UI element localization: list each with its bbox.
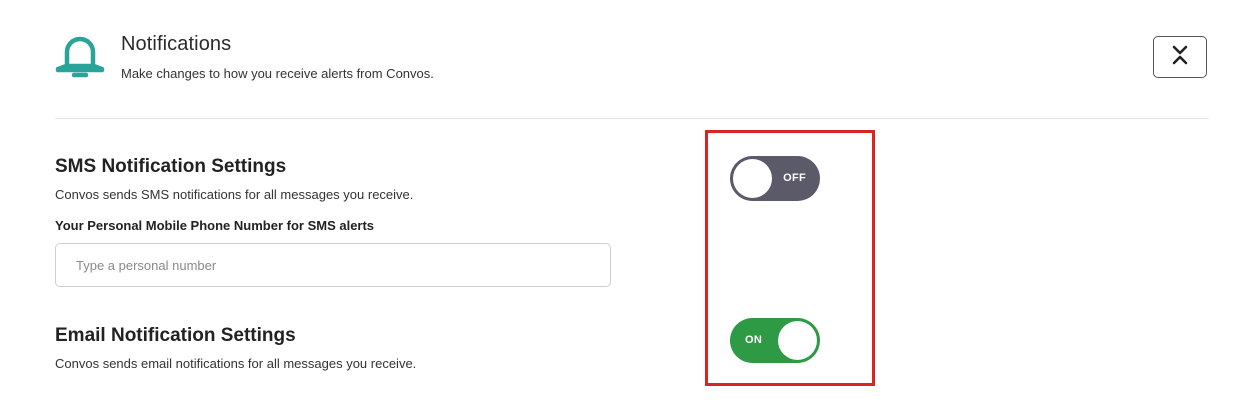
phone-number-input[interactable] (55, 243, 611, 287)
page-title: Notifications (121, 33, 232, 55)
bell-icon (55, 30, 105, 82)
toggle-knob (778, 321, 817, 360)
sms-toggle-state-label: OFF (783, 172, 806, 184)
email-notification-toggle[interactable]: ON (730, 318, 820, 363)
phone-number-label: Your Personal Mobile Phone Number for SM… (55, 218, 375, 233)
header-divider (55, 118, 1209, 119)
email-toggle-state-label: ON (745, 334, 763, 346)
sms-section-description: Convos sends SMS notifications for all m… (55, 187, 414, 202)
page-subtitle: Make changes to how you receive alerts f… (121, 66, 434, 81)
email-section-title: Email Notification Settings (55, 325, 296, 346)
sms-section-title: SMS Notification Settings (55, 156, 287, 177)
collapse-button[interactable] (1153, 36, 1207, 78)
sms-notification-toggle[interactable]: OFF (730, 156, 820, 201)
email-section-description: Convos sends email notifications for all… (55, 356, 417, 371)
toggle-knob (733, 159, 772, 198)
collapse-chevrons-icon (1172, 44, 1188, 71)
